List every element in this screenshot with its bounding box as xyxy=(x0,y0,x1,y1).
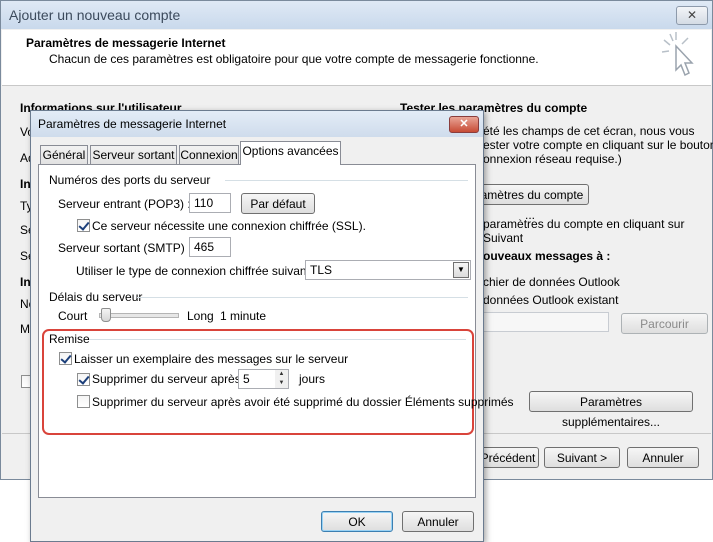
existing-data-file-option: données Outlook existant xyxy=(483,293,619,307)
spin-down-icon[interactable]: ▼ xyxy=(275,379,288,388)
outer-header: Paramètres de messagerie Internet Chacun… xyxy=(2,30,711,86)
test-description: onnexion réseau requise.) xyxy=(483,152,622,166)
incoming-port-label: Serveur entrant (POP3) : xyxy=(58,197,191,211)
timeout-value: 1 minute xyxy=(220,309,267,323)
tab-general[interactable]: Général xyxy=(40,145,88,164)
days-spinner[interactable]: ▲ ▼ xyxy=(275,369,289,389)
default-ports-button[interactable]: Par défaut xyxy=(241,193,315,214)
internet-email-settings-dialog: Paramètres de messagerie Internet ✕ Géné… xyxy=(30,110,514,542)
group-divider xyxy=(225,180,468,181)
previous-button[interactable]: Précédent xyxy=(477,447,539,468)
encryption-type-value: TLS xyxy=(310,263,333,277)
ok-button[interactable]: OK xyxy=(321,511,393,532)
spin-up-icon[interactable]: ▲ xyxy=(275,370,288,379)
new-data-file-option: chier de données Outlook xyxy=(483,275,620,289)
tab-outgoing-server[interactable]: Serveur sortant xyxy=(90,145,177,164)
delivery-group-label: Remise xyxy=(49,332,90,346)
outer-subheading: Chacun de ces paramètres est obligatoire… xyxy=(49,52,539,66)
dialog-close-button[interactable]: ✕ xyxy=(449,116,479,133)
group-divider xyxy=(137,297,468,298)
more-settings-button[interactable]: Paramètres supplémentaires... xyxy=(529,391,693,429)
remove-deleted-checkbox[interactable] xyxy=(77,395,90,408)
outer-heading: Paramètres de messagerie Internet xyxy=(26,36,226,50)
encryption-type-label: Utiliser le type de connexion chiffrée s… xyxy=(76,264,317,278)
outgoing-port-label: Serveur sortant (SMTP) : xyxy=(58,241,192,255)
test-auto-text: Suivant xyxy=(483,231,524,245)
timeout-group-label: Délais du serveur xyxy=(49,290,143,304)
remove-after-days-field[interactable]: 5 xyxy=(238,369,276,389)
ssl-label: Ce serveur nécessite une connexion chiff… xyxy=(92,219,366,233)
timeout-short-label: Court xyxy=(58,309,88,323)
outer-close-button[interactable]: ✕ xyxy=(676,6,708,25)
chevron-down-icon[interactable]: ▼ xyxy=(453,262,469,278)
new-messages-heading: ouveaux messages à : xyxy=(483,249,611,263)
encryption-type-select[interactable]: TLS xyxy=(305,260,471,280)
ssl-checkbox[interactable] xyxy=(77,219,90,232)
dialog-titlebar: Paramètres de messagerie Internet ✕ xyxy=(31,111,483,137)
ports-group-label: Numéros des ports du serveur xyxy=(49,173,211,187)
test-description: ester votre compte en cliquant sur le bo… xyxy=(483,138,713,152)
remove-deleted-label: Supprimer du serveur après avoir été sup… xyxy=(92,395,514,409)
outer-window-title: Ajouter un nouveau compte xyxy=(9,7,181,23)
outer-titlebar: Ajouter un nouveau compte ✕ xyxy=(1,1,712,29)
test-account-button[interactable]: ramètres du compte ... xyxy=(471,184,589,222)
remove-after-checkbox[interactable] xyxy=(77,373,90,386)
tab-advanced-options[interactable]: Options avancées xyxy=(240,141,341,165)
outgoing-port-field[interactable]: 465 xyxy=(189,237,231,257)
leave-copy-checkbox[interactable] xyxy=(59,352,72,365)
timeout-slider-track[interactable] xyxy=(99,313,179,318)
timeout-slider-thumb[interactable] xyxy=(101,308,111,322)
next-button[interactable]: Suivant > xyxy=(544,447,620,468)
dialog-title: Paramètres de messagerie Internet xyxy=(38,117,227,131)
test-description: été les champs de cet écran, nous vous xyxy=(483,124,695,138)
timeout-long-label: Long xyxy=(187,309,214,323)
outer-cancel-button[interactable]: Annuler xyxy=(627,447,699,468)
tab-connection[interactable]: Connexion xyxy=(179,145,239,164)
incoming-port-field[interactable]: 110 xyxy=(189,193,231,213)
days-unit-label: jours xyxy=(299,372,326,386)
data-file-path-input[interactable] xyxy=(477,312,609,332)
dialog-cancel-button[interactable]: Annuler xyxy=(402,511,474,532)
leave-copy-label: Laisser un exemplaire des messages sur l… xyxy=(74,352,349,366)
test-auto-text: paramètres du compte en cliquant sur xyxy=(483,217,685,231)
browse-button[interactable]: Parcourir xyxy=(621,313,708,334)
wizard-cursor-icon xyxy=(661,32,694,77)
remove-after-label: Supprimer du serveur après xyxy=(92,372,241,386)
group-divider xyxy=(89,339,466,340)
